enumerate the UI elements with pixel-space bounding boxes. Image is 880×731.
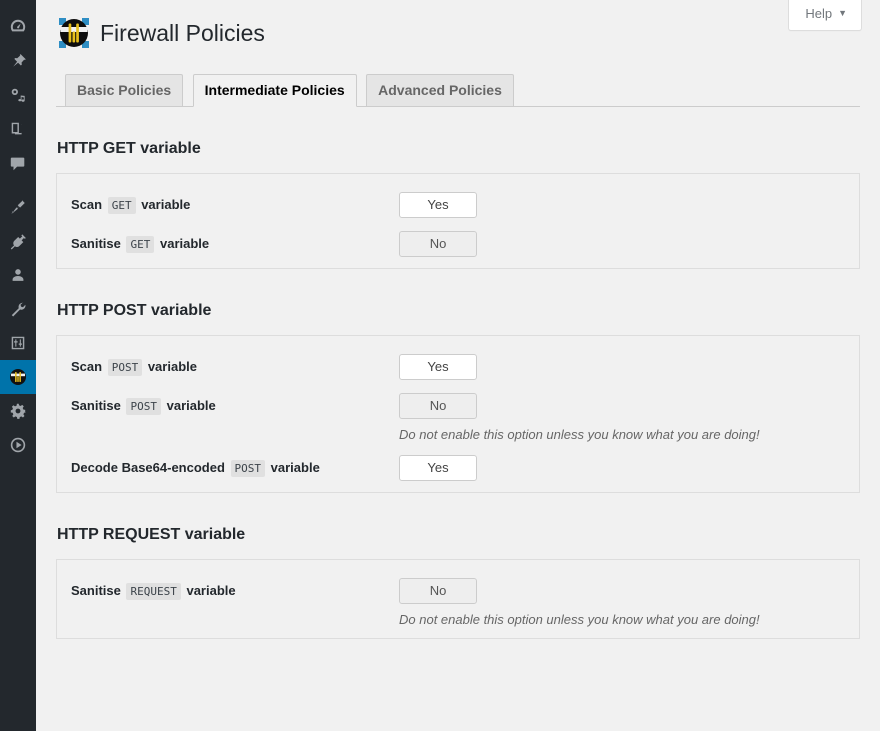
page-header: Firewall Policies bbox=[56, 0, 860, 50]
dashboard-icon bbox=[9, 18, 27, 36]
sidebar-item-users[interactable] bbox=[0, 258, 36, 292]
sidebar-item-dashboard[interactable] bbox=[0, 10, 36, 44]
option-control: No bbox=[399, 231, 845, 257]
toggle-decode-base64-post[interactable]: Yes bbox=[399, 455, 477, 481]
option-label: Scan POST variable bbox=[71, 354, 399, 381]
option-row-scan-get: Scan GET variable Yes bbox=[57, 180, 859, 219]
sidebar-spacer-2 bbox=[0, 180, 36, 190]
page-title: Firewall Policies bbox=[100, 19, 265, 48]
paintbrush-icon bbox=[9, 198, 27, 216]
variable-code-badge: POST bbox=[108, 359, 143, 376]
section-title: HTTP POST variable bbox=[57, 301, 860, 321]
toggle-scan-get[interactable]: Yes bbox=[399, 192, 477, 218]
option-control: Yes bbox=[399, 455, 845, 481]
sidebar-item-firewall[interactable] bbox=[0, 360, 36, 394]
label-text-after: variable bbox=[167, 398, 216, 413]
sidebar-item-tools[interactable] bbox=[0, 292, 36, 326]
toggle-sanitise-request[interactable]: No bbox=[399, 578, 477, 604]
label-text-before: Scan bbox=[71, 359, 102, 374]
variable-code-badge: GET bbox=[126, 236, 154, 253]
label-text-before: Sanitise bbox=[71, 583, 121, 598]
sidebar-item-media[interactable] bbox=[0, 78, 36, 112]
section-title: HTTP GET variable bbox=[57, 139, 860, 159]
options-panel: Scan POST variable Yes Sanitise POST var… bbox=[56, 335, 860, 493]
tab-bar: Basic Policies Intermediate Policies Adv… bbox=[56, 73, 860, 107]
sidebar-item-plugins[interactable] bbox=[0, 224, 36, 258]
section-http-request: HTTP REQUEST variable Sanitise REQUEST v… bbox=[56, 493, 860, 639]
sliders-icon bbox=[9, 334, 27, 352]
option-label: Sanitise GET variable bbox=[71, 231, 399, 258]
section-http-get: HTTP GET variable Scan GET variable Yes … bbox=[56, 107, 860, 269]
gear-icon bbox=[9, 402, 27, 420]
option-control: Yes bbox=[399, 354, 845, 380]
option-row-decode-base64-post: Decode Base64-encoded POST variable Yes bbox=[57, 443, 859, 482]
page-body: Firewall Policies Basic Policies Interme… bbox=[36, 0, 880, 639]
help-label: Help bbox=[805, 6, 832, 21]
admin-sidebar bbox=[0, 0, 36, 731]
ninja-shield-icon bbox=[8, 367, 28, 387]
option-label: Scan GET variable bbox=[71, 192, 399, 219]
sidebar-item-comments[interactable] bbox=[0, 146, 36, 180]
toggle-scan-post[interactable]: Yes bbox=[399, 354, 477, 380]
screen-meta-links: Help ▼ bbox=[788, 0, 862, 31]
label-text-after: variable bbox=[271, 460, 320, 475]
sidebar-spacer bbox=[0, 0, 36, 10]
play-circle-icon bbox=[9, 436, 27, 454]
sidebar-item-settings-sliders[interactable] bbox=[0, 326, 36, 360]
sidebar-item-options[interactable] bbox=[0, 394, 36, 428]
sidebar-item-posts[interactable] bbox=[0, 44, 36, 78]
ninja-firewall-logo bbox=[57, 16, 91, 50]
label-text-after: variable bbox=[186, 583, 235, 598]
option-label: Decode Base64-encoded POST variable bbox=[71, 455, 399, 482]
option-warning-note: Do not enable this option unless you kno… bbox=[399, 612, 845, 628]
toggle-sanitise-get[interactable]: No bbox=[399, 231, 477, 257]
content-area: Help▼ Firewall Policies Basi bbox=[36, 0, 880, 731]
help-tab-button[interactable]: Help ▼ bbox=[788, 0, 862, 31]
sidebar-item-player[interactable] bbox=[0, 428, 36, 462]
option-label: Sanitise REQUEST variable bbox=[71, 578, 399, 605]
toggle-sanitise-post[interactable]: No bbox=[399, 393, 477, 419]
options-panel: Sanitise REQUEST variable No Do not enab… bbox=[56, 559, 860, 639]
option-control: Yes bbox=[399, 192, 845, 218]
option-control: No Do not enable this option unless you … bbox=[399, 578, 845, 628]
option-control: No Do not enable this option unless you … bbox=[399, 393, 845, 443]
label-text-before: Sanitise bbox=[71, 236, 121, 251]
user-icon bbox=[9, 266, 27, 284]
option-row-sanitise-get: Sanitise GET variable No bbox=[57, 219, 859, 258]
option-label: Sanitise POST variable bbox=[71, 393, 399, 420]
tab-basic-policies[interactable]: Basic Policies bbox=[65, 74, 183, 106]
pages-icon bbox=[9, 120, 27, 138]
option-row-sanitise-request: Sanitise REQUEST variable No Do not enab… bbox=[57, 566, 859, 628]
variable-code-badge: GET bbox=[108, 197, 136, 214]
sidebar-item-pages[interactable] bbox=[0, 112, 36, 146]
media-icon bbox=[9, 86, 27, 104]
label-text-after: variable bbox=[148, 359, 197, 374]
sidebar-item-appearance[interactable] bbox=[0, 190, 36, 224]
tab-advanced-policies[interactable]: Advanced Policies bbox=[366, 74, 514, 106]
section-title: HTTP REQUEST variable bbox=[57, 525, 860, 545]
label-text-after: variable bbox=[141, 197, 190, 212]
wrench-icon bbox=[9, 300, 27, 318]
variable-code-badge: POST bbox=[126, 398, 161, 415]
variable-code-badge: REQUEST bbox=[126, 583, 180, 600]
plug-icon bbox=[9, 232, 27, 250]
option-warning-note: Do not enable this option unless you kno… bbox=[399, 427, 845, 443]
comment-icon bbox=[9, 154, 27, 172]
label-text-before: Sanitise bbox=[71, 398, 121, 413]
tab-intermediate-policies[interactable]: Intermediate Policies bbox=[193, 74, 357, 107]
options-panel: Scan GET variable Yes Sanitise GET varia… bbox=[56, 173, 860, 269]
option-row-sanitise-post: Sanitise POST variable No Do not enable … bbox=[57, 381, 859, 443]
label-text-after: variable bbox=[160, 236, 209, 251]
label-text-before: Decode Base64-encoded bbox=[71, 460, 225, 475]
variable-code-badge: POST bbox=[231, 460, 266, 477]
section-http-post: HTTP POST variable Scan POST variable Ye… bbox=[56, 269, 860, 493]
pin-icon bbox=[9, 52, 27, 70]
option-row-scan-post: Scan POST variable Yes bbox=[57, 342, 859, 381]
label-text-before: Scan bbox=[71, 197, 102, 212]
chevron-down-icon: ▼ bbox=[838, 8, 847, 20]
